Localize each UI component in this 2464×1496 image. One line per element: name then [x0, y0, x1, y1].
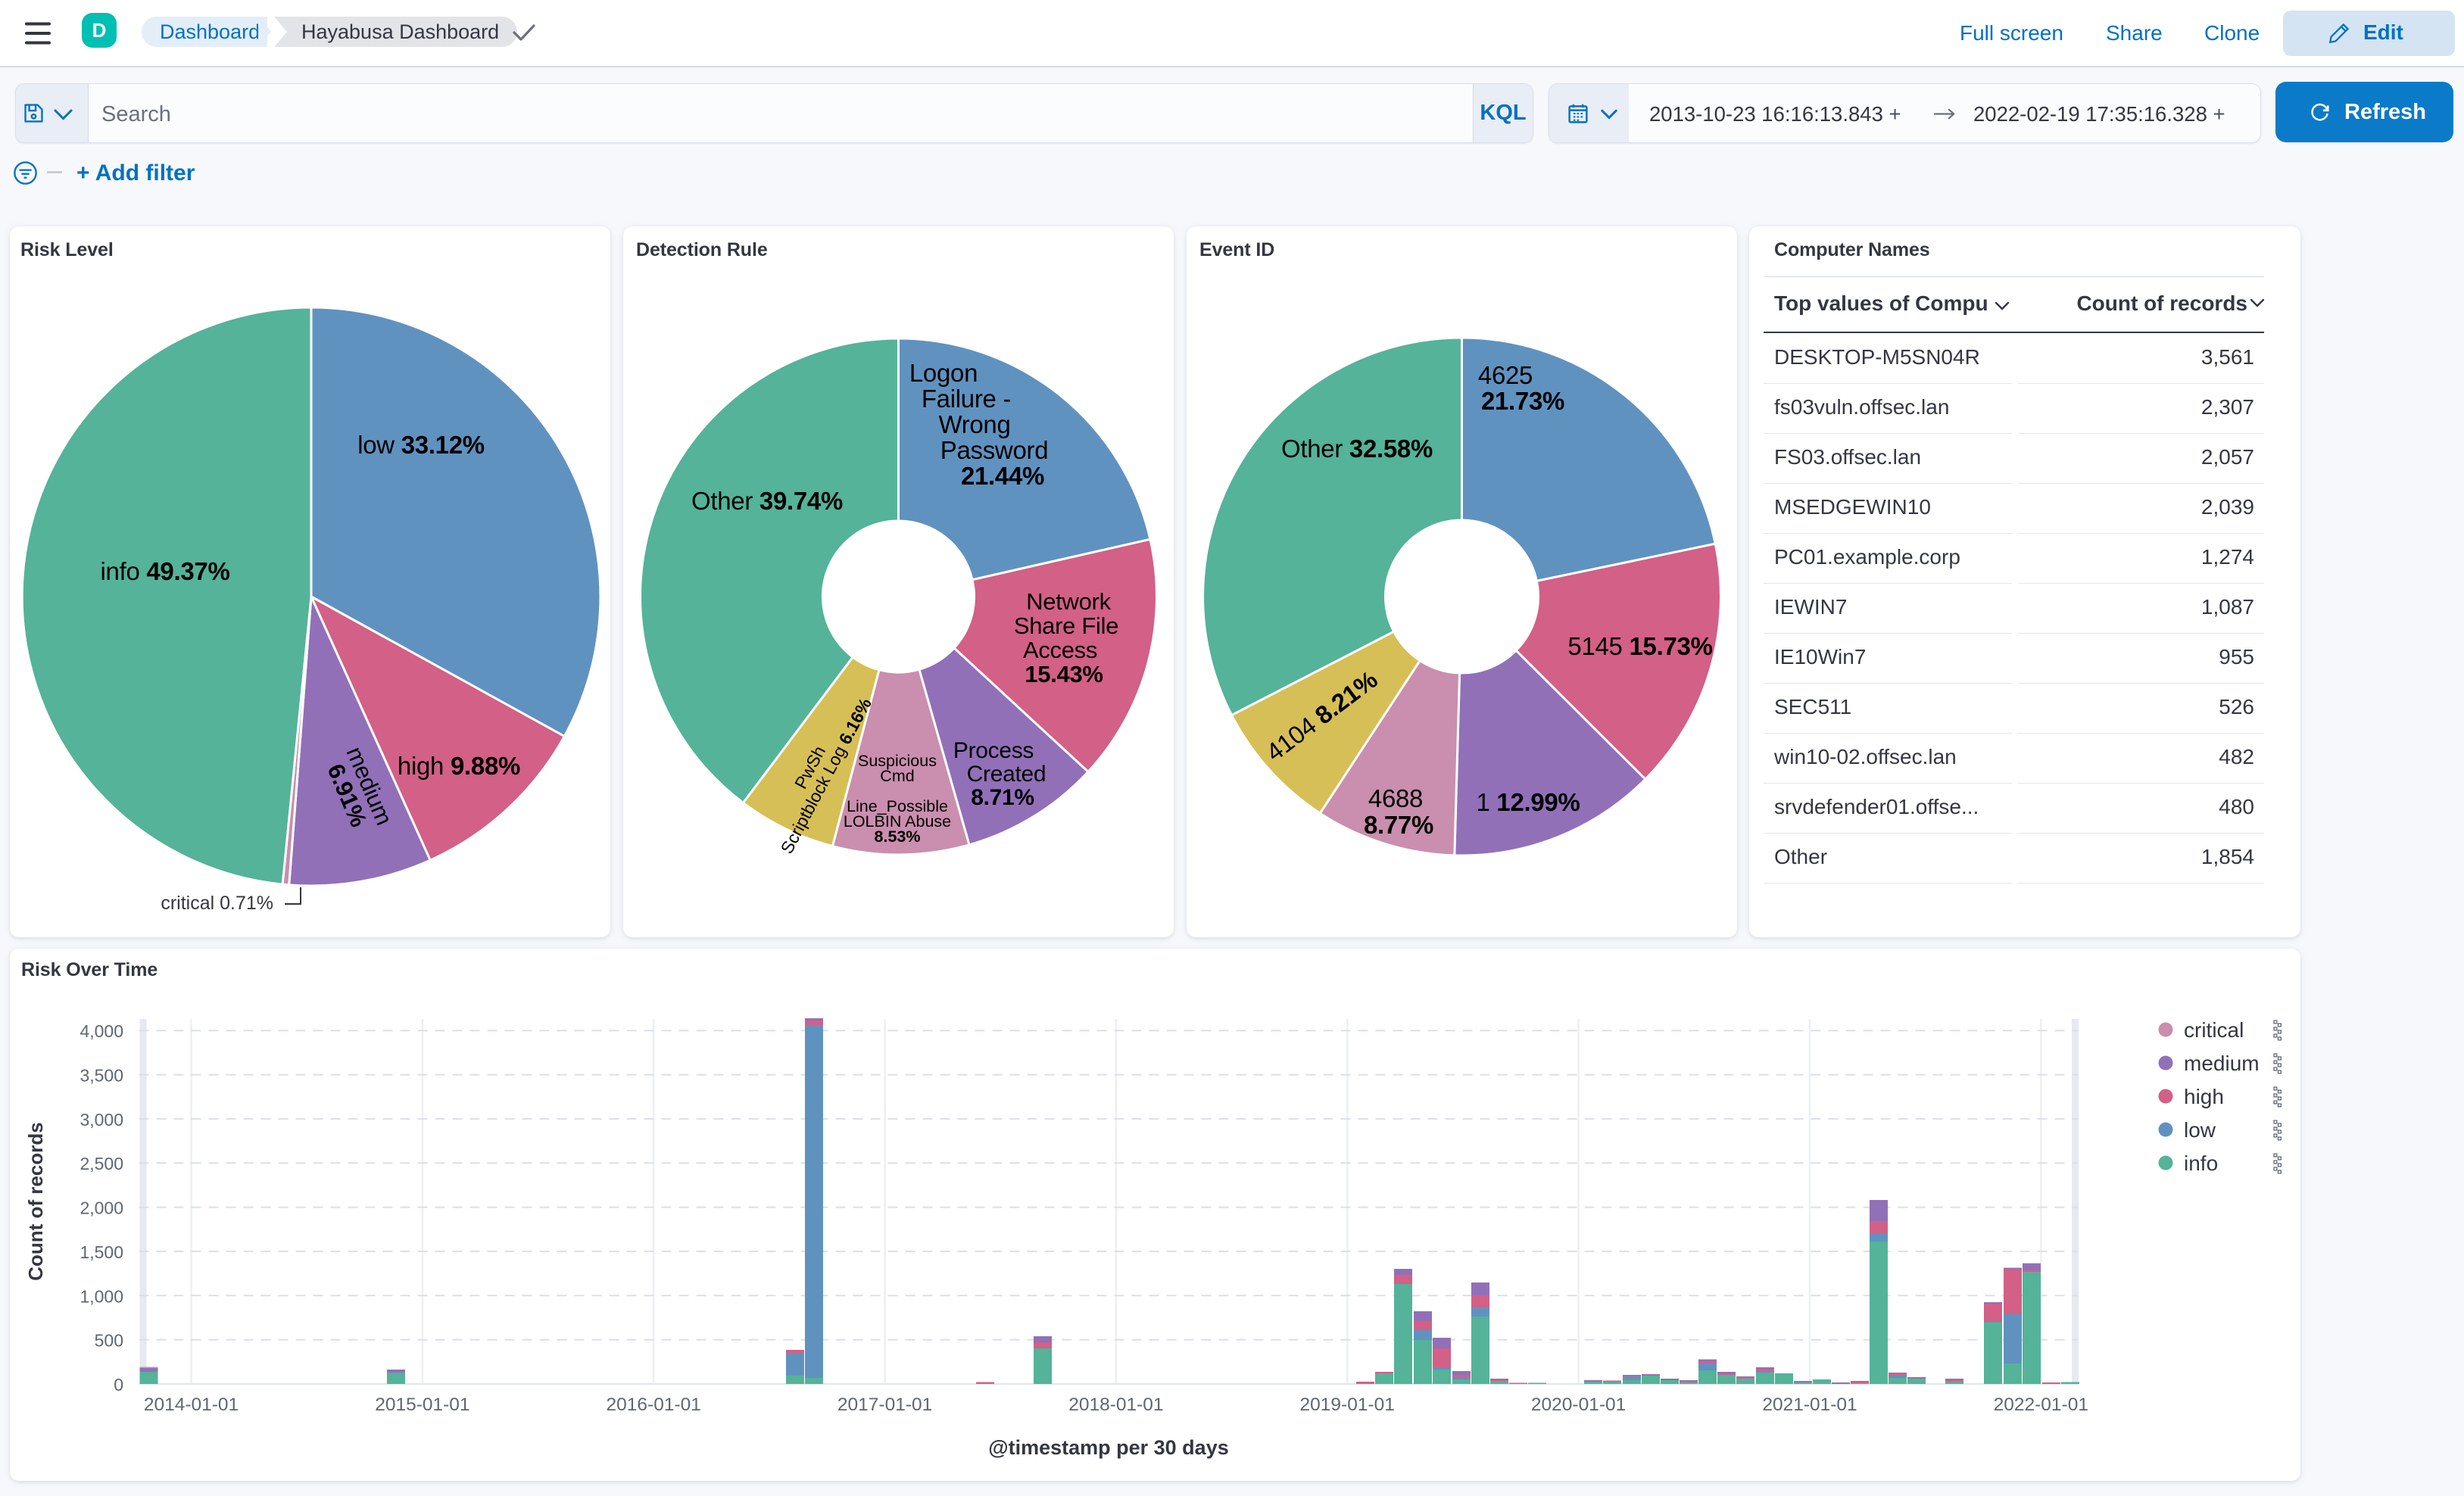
svg-text:Other 32.58%: Other 32.58% [1281, 435, 1433, 463]
svg-text:high: high [2184, 1085, 2224, 1108]
svg-text:2017-01-01: 2017-01-01 [837, 1395, 932, 1415]
svg-text:2016-01-01: 2016-01-01 [607, 1395, 701, 1415]
svg-text:2,500: 2,500 [80, 1154, 123, 1173]
svg-text:1,000: 1,000 [80, 1286, 123, 1306]
svg-text:critical: critical [2184, 1018, 2244, 1042]
svg-text:0: 0 [114, 1375, 123, 1395]
svg-text:5145 15.73%: 5145 15.73% [1567, 632, 1712, 660]
svg-text:low 33.12%: low 33.12% [357, 431, 485, 459]
svg-text:2020-01-01: 2020-01-01 [1531, 1395, 1626, 1415]
svg-text:500: 500 [95, 1331, 123, 1351]
svg-text:Wrong: Wrong [938, 410, 1010, 438]
svg-text:21.73%: 21.73% [1481, 387, 1564, 415]
svg-text:Access: Access [1023, 637, 1097, 663]
svg-text:1 12.99%: 1 12.99% [1476, 788, 1580, 816]
svg-text:3,500: 3,500 [80, 1066, 123, 1086]
svg-text:2021-01-01: 2021-01-01 [1762, 1395, 1857, 1415]
svg-text:4625: 4625 [1478, 361, 1533, 389]
svg-text:Network: Network [1026, 588, 1111, 615]
svg-text:low: low [2184, 1118, 2216, 1142]
svg-text:4,000: 4,000 [80, 1021, 123, 1041]
svg-text:8.77%: 8.77% [1364, 811, 1433, 839]
svg-text:Failure -: Failure - [922, 385, 1011, 413]
svg-text:Count of records: Count of records [24, 1122, 47, 1280]
svg-text:1,500: 1,500 [80, 1242, 123, 1262]
svg-text:2019-01-01: 2019-01-01 [1300, 1395, 1395, 1415]
svg-text:info: info [2184, 1152, 2218, 1175]
svg-text:Created: Created [967, 762, 1046, 787]
svg-text:@timestamp per 30 days: @timestamp per 30 days [988, 1436, 1228, 1459]
svg-text:4688: 4688 [1368, 784, 1423, 812]
svg-text:2,000: 2,000 [80, 1198, 123, 1218]
svg-text:15.43%: 15.43% [1025, 661, 1103, 687]
svg-text:Share File: Share File [1014, 612, 1118, 639]
svg-text:Process: Process [953, 738, 1034, 763]
svg-text:Cmd: Cmd [880, 767, 914, 785]
svg-text:critical 0.71%: critical 0.71% [161, 893, 273, 914]
svg-text:Password: Password [940, 436, 1049, 464]
svg-text:high 9.88%: high 9.88% [398, 752, 520, 780]
svg-text:2015-01-01: 2015-01-01 [375, 1395, 469, 1415]
svg-text:Logon: Logon [909, 359, 978, 387]
svg-text:medium: medium [2184, 1052, 2260, 1075]
svg-text:2014-01-01: 2014-01-01 [144, 1395, 239, 1415]
svg-text:3,000: 3,000 [80, 1110, 123, 1130]
svg-text:21.44%: 21.44% [961, 462, 1044, 490]
svg-text:2022-01-01: 2022-01-01 [1994, 1395, 2088, 1415]
svg-text:info 49.37%: info 49.37% [101, 557, 230, 585]
svg-text:2018-01-01: 2018-01-01 [1068, 1395, 1163, 1415]
svg-text:8.53%: 8.53% [875, 827, 921, 846]
svg-text:8.71%: 8.71% [971, 785, 1034, 810]
svg-text:Other 39.74%: Other 39.74% [691, 487, 843, 515]
